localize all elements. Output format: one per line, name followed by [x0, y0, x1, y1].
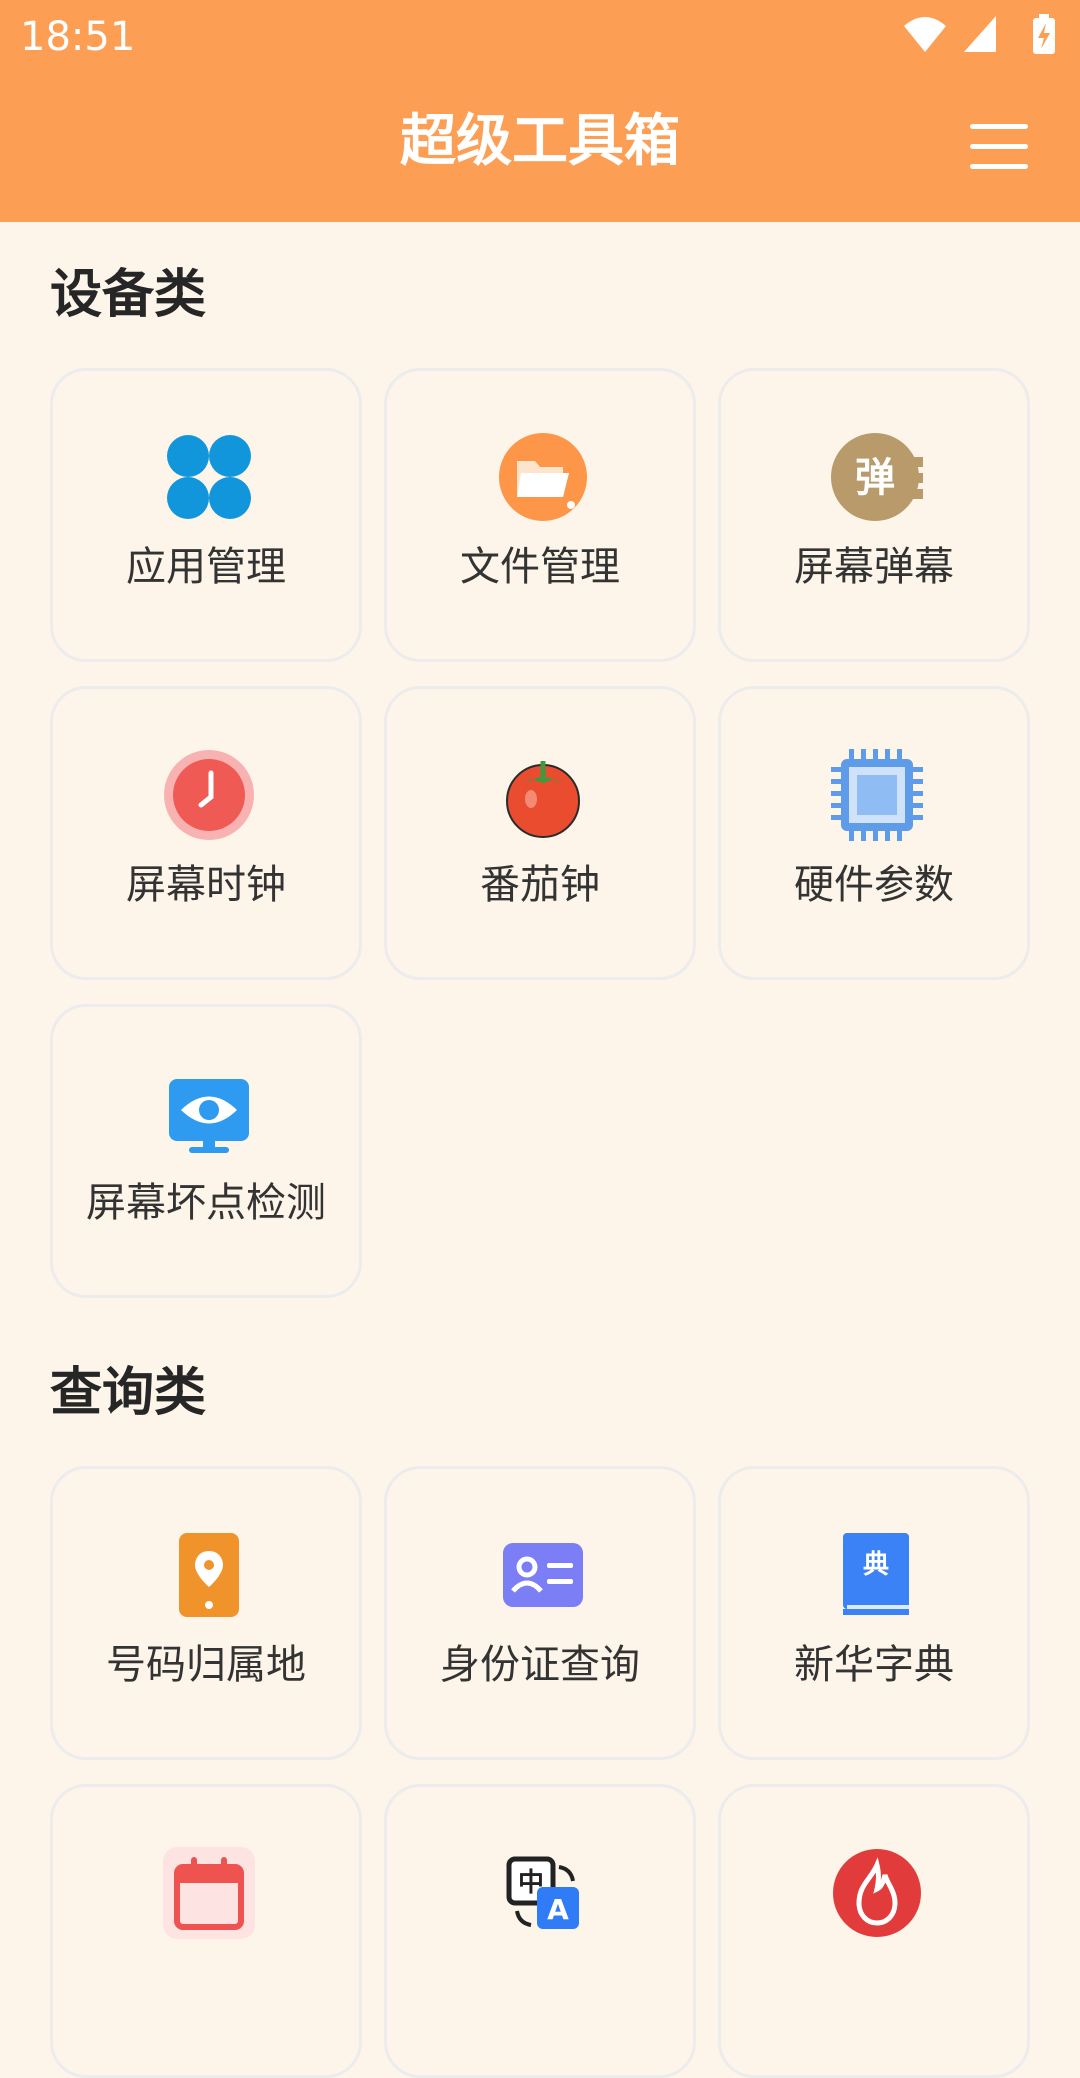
tool-card-label: 屏幕弹幕 — [794, 544, 954, 590]
tool-card-screen-clock[interactable]: 屏幕时钟 — [50, 686, 362, 980]
tool-card-label: 屏幕时钟 — [126, 862, 286, 908]
tool-card-hot[interactable] — [718, 1784, 1030, 2078]
signal-icon — [964, 16, 996, 52]
tool-card-label: 硬件参数 — [794, 862, 954, 908]
dictionary-icon: 典 — [843, 1533, 909, 1615]
tool-card-hardware-params[interactable]: 硬件参数 — [718, 686, 1030, 980]
tool-card-label: 番茄钟 — [480, 862, 600, 908]
folder-icon — [499, 433, 587, 521]
tomato-icon — [506, 761, 580, 838]
calendar-icon — [163, 1847, 255, 1939]
menu-line — [970, 164, 1028, 169]
tool-card-label: 应用管理 — [126, 544, 286, 590]
tool-card-dead-pixel-test[interactable]: 屏幕坏点检测 — [50, 1004, 362, 1298]
monitor-eye-icon — [169, 1079, 249, 1153]
section-title-query: 查询类 — [50, 1363, 207, 1423]
translate-icon: 中 A — [506, 1856, 579, 1929]
tool-card-translate[interactable]: 中 A — [384, 1784, 696, 2078]
battery-icon — [1033, 14, 1055, 54]
tool-card-phone-location[interactable]: 号码归属地 — [50, 1466, 362, 1760]
app-bar: 18:51 超级工具箱 — [0, 0, 1080, 222]
menu-line — [970, 144, 1028, 149]
danmaku-icon: 弹 — [831, 433, 923, 521]
chip-icon — [831, 749, 923, 841]
wifi-icon — [904, 17, 946, 52]
tool-card-app-manager[interactable]: 应用管理 — [50, 368, 362, 662]
app-grid-icon — [167, 435, 251, 519]
tool-card-label: 号码归属地 — [106, 1642, 306, 1688]
menu-button[interactable] — [960, 114, 1038, 178]
tool-card-label: 屏幕坏点检测 — [86, 1180, 326, 1226]
clock-icon — [164, 750, 254, 840]
tool-card-screen-danmaku[interactable]: 弹 屏幕弹幕 — [718, 368, 1030, 662]
dictionary-icon-text: 典 — [863, 1550, 889, 1580]
section-title-device: 设备类 — [50, 265, 207, 325]
tool-card-label: 新华字典 — [794, 1642, 954, 1688]
page-title: 超级工具箱 — [400, 109, 680, 174]
tool-card-label: 身份证查询 — [440, 1642, 640, 1688]
tool-card-calendar[interactable] — [50, 1784, 362, 2078]
status-time: 18:51 — [20, 14, 136, 60]
menu-line — [970, 124, 1028, 129]
tool-card-pomodoro[interactable]: 番茄钟 — [384, 686, 696, 980]
tool-card-label: 文件管理 — [460, 544, 620, 590]
fire-icon — [833, 1849, 921, 1937]
tool-card-id-card-query[interactable]: 身份证查询 — [384, 1466, 696, 1760]
translate-icon-text-en: A — [547, 1893, 569, 1926]
danmaku-icon-text: 弹 — [855, 455, 895, 501]
phone-location-icon — [179, 1533, 239, 1617]
id-card-icon — [503, 1543, 583, 1607]
tool-card-xinhua-dictionary[interactable]: 典 新华字典 — [718, 1466, 1030, 1760]
tool-card-file-manager[interactable]: 文件管理 — [384, 368, 696, 662]
